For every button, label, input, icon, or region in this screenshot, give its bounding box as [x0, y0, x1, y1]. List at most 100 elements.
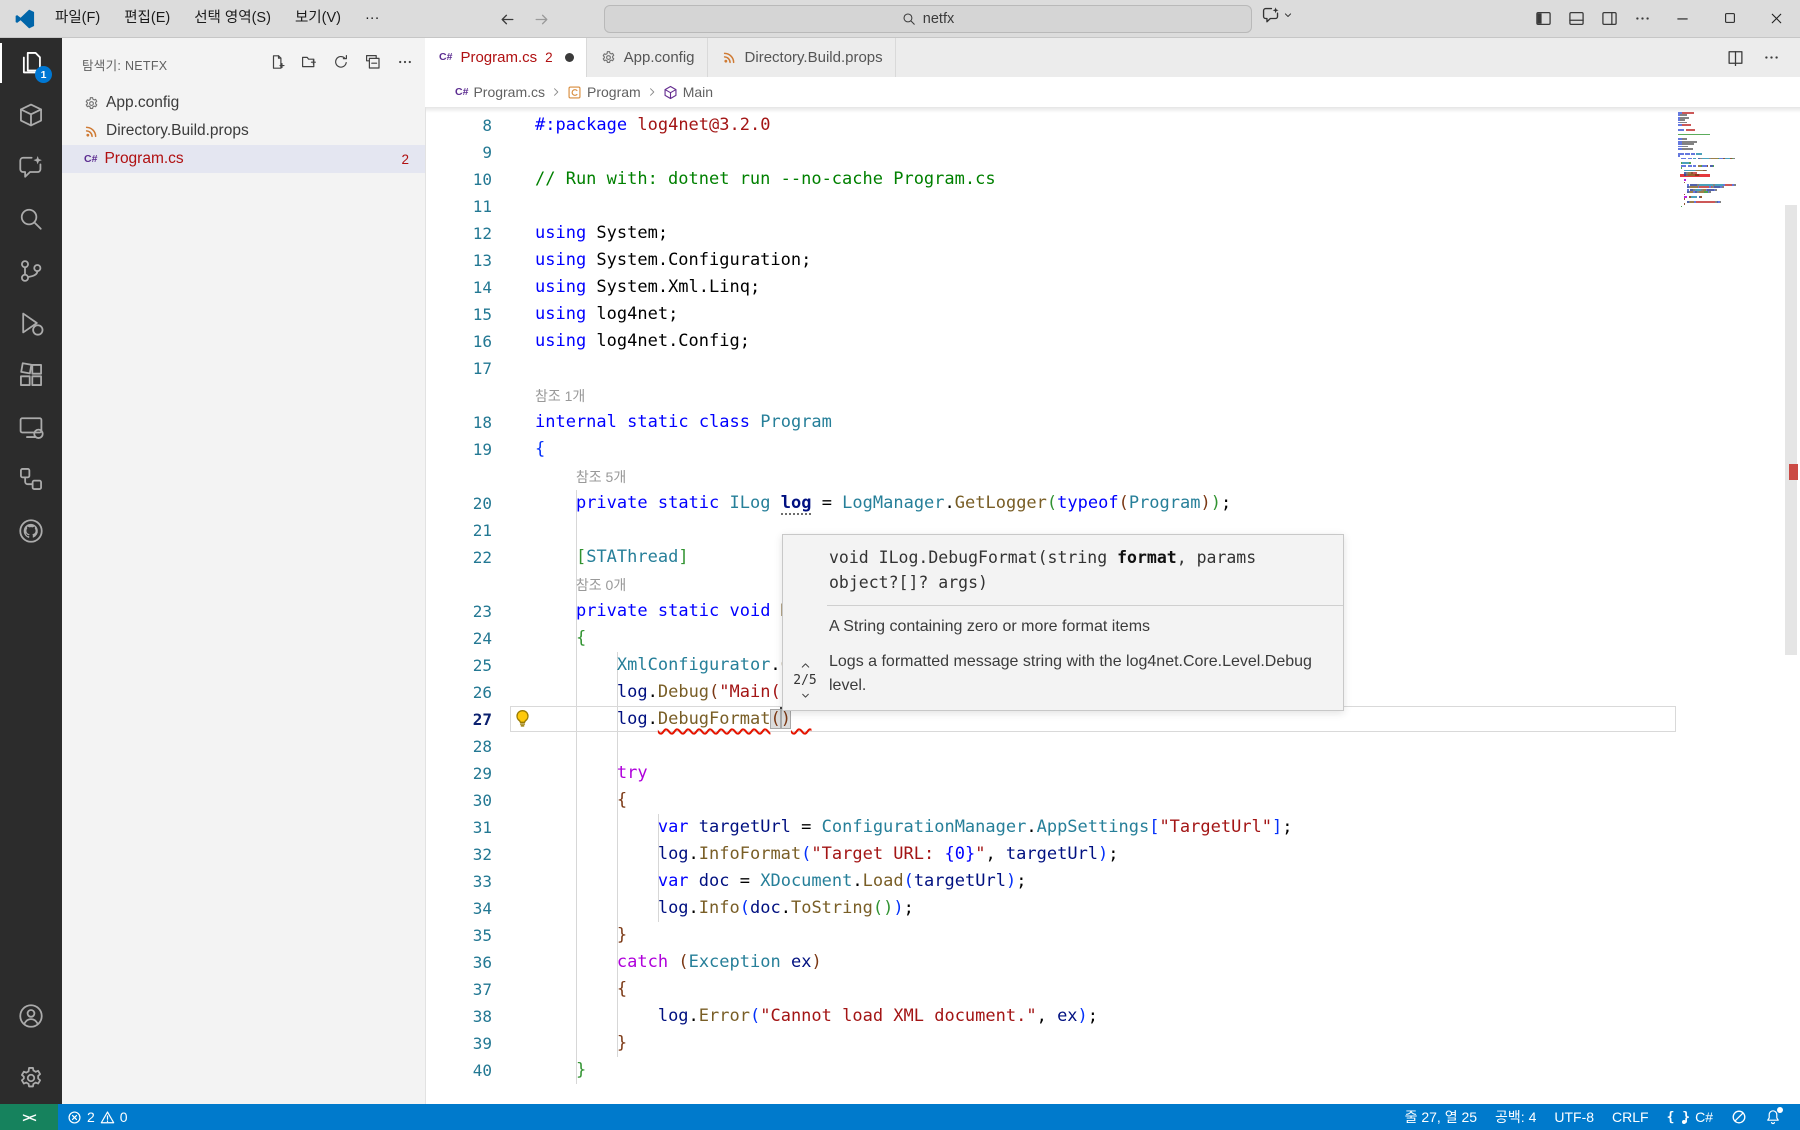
breadcrumb-main[interactable]: Main: [663, 84, 713, 100]
line-text[interactable]: using log4net.Config;: [535, 328, 750, 355]
line-number[interactable]: 33: [425, 868, 492, 895]
menu-파일f[interactable]: 파일(F): [44, 5, 111, 31]
tab-program.cs[interactable]: C# Program.cs 2: [425, 37, 587, 77]
activity-package[interactable]: [0, 89, 62, 141]
line-text[interactable]: {: [535, 436, 545, 463]
copilot-menu-button[interactable]: [1262, 6, 1294, 24]
navigate-forward-button[interactable]: [528, 7, 554, 31]
close-button[interactable]: [1753, 0, 1800, 36]
activity-run-debug[interactable]: [0, 297, 62, 349]
tab-directory.build.props[interactable]: Directory.Build.props: [707, 37, 896, 77]
encoding-status[interactable]: UTF-8: [1545, 1104, 1603, 1130]
line-number[interactable]: 35: [425, 922, 492, 949]
line-number[interactable]: 40: [425, 1057, 492, 1084]
line-number[interactable]: 18: [425, 409, 492, 436]
minimap[interactable]: [1676, 112, 1756, 222]
cursor-position-status[interactable]: 줄 27, 열 25: [1396, 1104, 1486, 1130]
activity-explorer[interactable]: 1: [0, 37, 62, 89]
line-text[interactable]: log.Error("Cannot load XML document.", e…: [535, 1003, 1098, 1030]
tab-app.config[interactable]: App.config: [586, 37, 708, 77]
file-item-app.config[interactable]: App.config: [62, 89, 425, 117]
command-center-search[interactable]: netfx: [604, 5, 1252, 33]
more-button[interactable]: [393, 50, 417, 74]
line-text[interactable]: }: [535, 922, 627, 949]
split-editor-button[interactable]: [1722, 44, 1748, 70]
breadcrumb-program.cs[interactable]: C# Program.cs: [455, 84, 545, 100]
line-number[interactable]: 22: [425, 544, 492, 571]
chevron-up-icon[interactable]: [799, 659, 812, 672]
line-number[interactable]: 9: [425, 139, 492, 166]
line-text[interactable]: [STAThread]: [535, 544, 689, 571]
maximize-button[interactable]: [1706, 0, 1753, 36]
refresh-button[interactable]: [329, 50, 353, 74]
line-text[interactable]: internal static class Program: [535, 409, 832, 436]
activity-account[interactable]: [0, 990, 62, 1042]
line-number[interactable]: 29: [425, 760, 492, 787]
activity-source-control[interactable]: [0, 245, 62, 297]
line-number[interactable]: 32: [425, 841, 492, 868]
line-number[interactable]: 16: [425, 328, 492, 355]
line-text[interactable]: using System.Configuration;: [535, 247, 811, 274]
new-folder-button[interactable]: [297, 50, 321, 74]
toggle-panel-button[interactable]: [1560, 4, 1593, 32]
line-text[interactable]: // Run with: dotnet run --no-cache Progr…: [535, 166, 996, 193]
line-number[interactable]: 25: [425, 652, 492, 679]
breadcrumb-program[interactable]: Program: [567, 84, 641, 100]
line-number[interactable]: 30: [425, 787, 492, 814]
chevron-down-icon[interactable]: [799, 689, 812, 702]
file-item-directory.build.props[interactable]: Directory.Build.props: [62, 117, 425, 145]
layout-more-button[interactable]: [1626, 4, 1659, 32]
line-number[interactable]: 12: [425, 220, 492, 247]
line-text[interactable]: {: [535, 625, 586, 652]
line-number[interactable]: 31: [425, 814, 492, 841]
line-number[interactable]: 10: [425, 166, 492, 193]
line-number[interactable]: 38: [425, 1003, 492, 1030]
line-number[interactable]: 21: [425, 517, 492, 544]
line-number[interactable]: 14: [425, 274, 492, 301]
line-text[interactable]: log.Debug("Main(: [535, 679, 781, 706]
codelens-references[interactable]: 참조 5개: [576, 466, 626, 488]
line-number[interactable]: 37: [425, 976, 492, 1003]
new-file-button[interactable]: [265, 50, 289, 74]
minimize-button[interactable]: [1659, 0, 1706, 36]
line-text[interactable]: catch (Exception ex): [535, 949, 822, 976]
codelens-references[interactable]: 참조 0개: [576, 574, 626, 596]
line-number[interactable]: 34: [425, 895, 492, 922]
line-number[interactable]: 27: [425, 706, 492, 733]
notifications-bell[interactable]: [1756, 1104, 1790, 1130]
menu-편집e[interactable]: 편집(E): [113, 5, 181, 31]
line-number[interactable]: 24: [425, 625, 492, 652]
line-number[interactable]: 8: [425, 112, 492, 139]
line-number[interactable]: 39: [425, 1030, 492, 1057]
file-item-program.cs[interactable]: C# Program.cs 2: [62, 145, 425, 173]
navigate-back-button[interactable]: [494, 7, 520, 31]
line-text[interactable]: var targetUrl = ConfigurationManager.App…: [535, 814, 1293, 841]
language-status[interactable]: { } C#: [1658, 1104, 1722, 1130]
line-number[interactable]: 15: [425, 301, 492, 328]
problems-status[interactable]: 2 0: [58, 1104, 137, 1130]
activity-settings[interactable]: [0, 1052, 62, 1104]
line-text[interactable]: using System;: [535, 220, 668, 247]
collapse-all-button[interactable]: [361, 50, 385, 74]
line-number[interactable]: 20: [425, 490, 492, 517]
activity-remote-explorer[interactable]: [0, 401, 62, 453]
line-text[interactable]: using System.Xml.Linq;: [535, 274, 760, 301]
activity-chat-sparkle[interactable]: [0, 141, 62, 193]
line-text[interactable]: {: [535, 787, 627, 814]
line-number[interactable]: 11: [425, 193, 492, 220]
remote-indicator[interactable]: ><: [0, 1104, 58, 1130]
menu-[interactable]: ···: [354, 5, 391, 31]
eol-status[interactable]: CRLF: [1603, 1104, 1658, 1130]
line-text[interactable]: log.DebugFormat(): [535, 706, 811, 733]
line-text[interactable]: {: [535, 976, 627, 1003]
line-number[interactable]: 17: [425, 355, 492, 382]
menu-선택영역s[interactable]: 선택 영역(S): [183, 5, 282, 31]
line-text[interactable]: log.Info(doc.ToString());: [535, 895, 914, 922]
line-text[interactable]: using log4net;: [535, 301, 678, 328]
line-number[interactable]: 23: [425, 598, 492, 625]
activity-github[interactable]: [0, 505, 62, 557]
line-number[interactable]: 36: [425, 949, 492, 976]
indentation-status[interactable]: 공백: 4: [1486, 1104, 1545, 1130]
activity-extensions[interactable]: [0, 349, 62, 401]
toggle-secondary-sidebar-button[interactable]: [1593, 4, 1626, 32]
